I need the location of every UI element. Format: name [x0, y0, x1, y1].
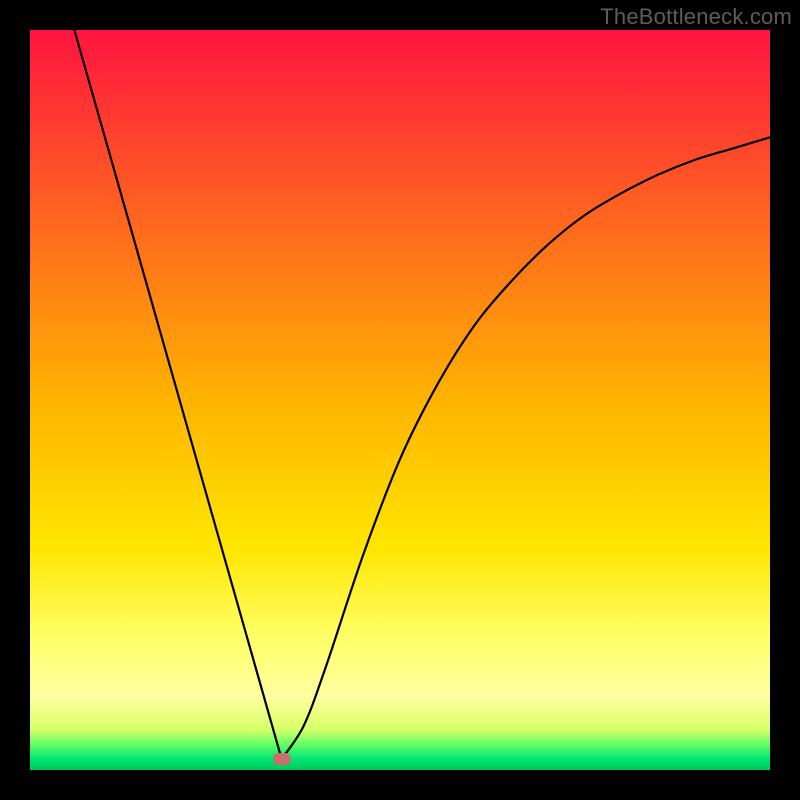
watermark-text: TheBottleneck.com	[600, 4, 792, 30]
chart-container: TheBottleneck.com	[0, 0, 800, 800]
gradient-background	[30, 30, 770, 770]
plot-area	[30, 30, 770, 770]
optimum-marker	[273, 753, 291, 765]
